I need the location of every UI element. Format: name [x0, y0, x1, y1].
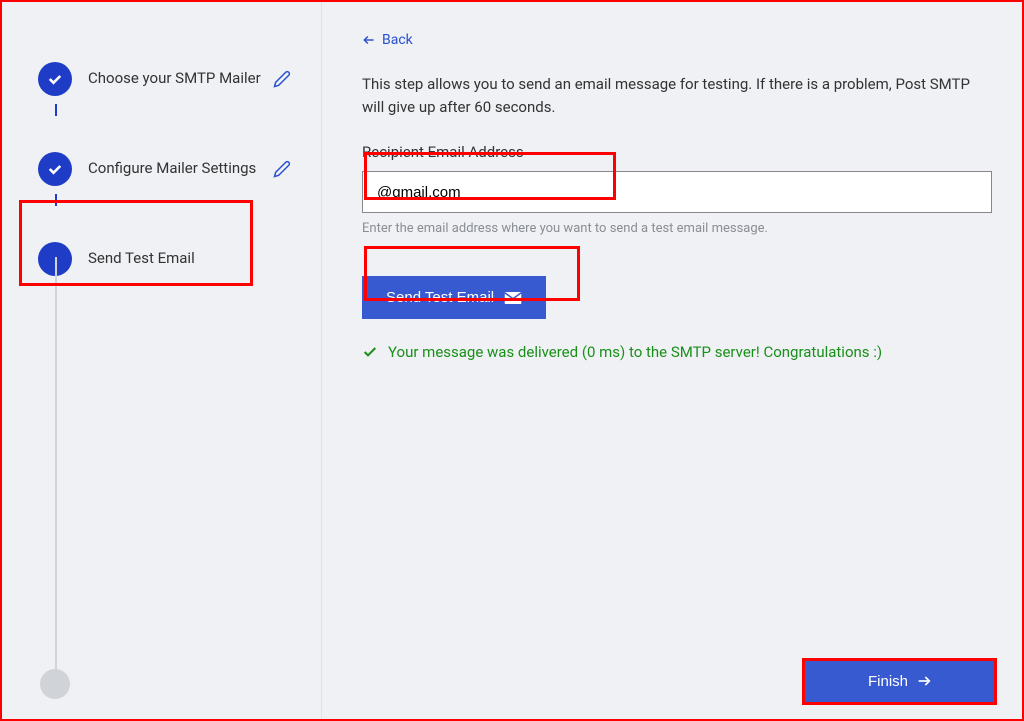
step-label: Choose your SMTP Mailer	[88, 69, 273, 89]
recipient-email-input[interactable]	[362, 171, 992, 213]
back-link[interactable]: Back	[362, 32, 413, 48]
checkmark-icon	[362, 344, 378, 360]
step-send-test-email[interactable]: Send Test Email	[2, 232, 321, 286]
wizard-steps-sidebar: Choose your SMTP Mailer Configure Mailer…	[2, 2, 321, 719]
success-message: Your message was delivered (0 ms) to the…	[362, 343, 992, 361]
checkmark-icon	[46, 70, 64, 88]
step-connector	[55, 257, 57, 671]
field-hint: Enter the email address where you want t…	[362, 221, 992, 236]
arrow-right-icon	[916, 673, 932, 689]
step-description: This step allows you to send an email me…	[362, 73, 992, 118]
arrow-left-icon	[362, 33, 376, 47]
step-choose-smtp-mailer[interactable]: Choose your SMTP Mailer	[2, 52, 321, 106]
step-configure-mailer-settings[interactable]: Configure Mailer Settings	[2, 142, 321, 196]
pencil-icon[interactable]	[273, 70, 291, 88]
success-text: Your message was delivered (0 ms) to the…	[388, 343, 882, 361]
step-label: Send Test Email	[88, 249, 291, 269]
button-label: Finish	[868, 673, 908, 690]
step-label: Configure Mailer Settings	[88, 159, 273, 179]
checkmark-icon	[46, 160, 64, 178]
step-complete-indicator	[38, 62, 72, 96]
envelope-icon	[504, 291, 522, 305]
recipient-email-label: Recipient Email Address	[362, 143, 992, 161]
wizard-main-panel: Back This step allows you to send an ema…	[321, 2, 1022, 719]
finish-button[interactable]: Finish	[805, 660, 995, 702]
step-complete-indicator	[38, 152, 72, 186]
button-label: Send Test Email	[386, 289, 494, 306]
pencil-icon[interactable]	[273, 160, 291, 178]
send-test-email-button[interactable]: Send Test Email	[362, 276, 546, 319]
back-label: Back	[382, 32, 413, 48]
end-step-indicator	[40, 669, 70, 699]
